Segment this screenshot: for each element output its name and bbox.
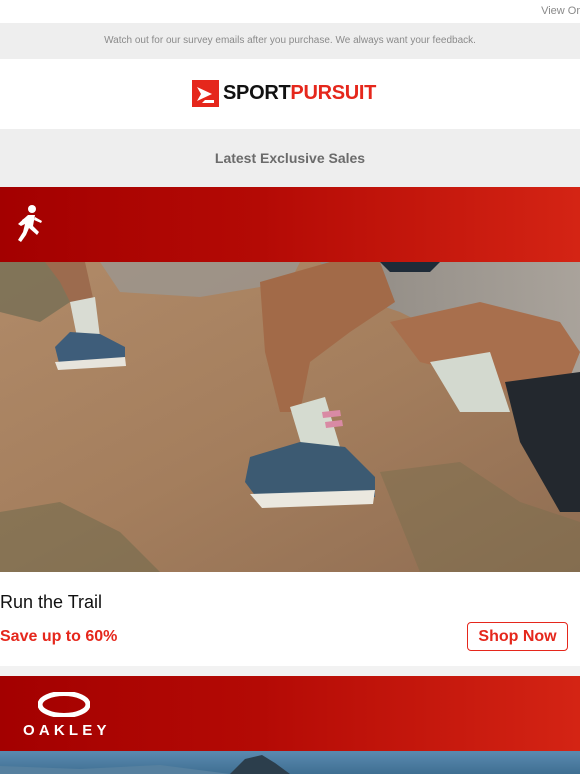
view-online-link[interactable]: View Or [541,5,580,17]
survey-notice: Watch out for our survey emails after yo… [0,23,580,59]
sportpursuit-logo[interactable]: SPORTPURSUIT [192,80,376,107]
section-heading: Latest Exclusive Sales [0,129,580,187]
logo-bar: SPORTPURSUIT [0,59,580,129]
top-bar: View Or [0,0,580,23]
trail-running-image[interactable] [0,262,580,572]
runner-icon [18,205,42,242]
oakley-logo [38,692,90,717]
logo-text: SPORTPURSUIT [223,80,376,107]
category-banner-running[interactable] [0,187,580,262]
sale-title[interactable]: Run the Trail [0,592,102,613]
logo-text-pursuit: PURSUIT [290,82,377,104]
sale-card: Run the Trail Save up to 60% Shop Now [0,572,580,666]
logo-mark-icon [192,80,219,107]
shop-now-button[interactable]: Shop Now [467,622,568,651]
oakley-sale-image[interactable] [0,751,580,774]
category-banner-oakley[interactable]: OAKLEY [0,676,580,751]
logo-text-sport: SPORT [223,82,291,104]
section-gap [0,666,580,676]
oakley-logo-text: OAKLEY [23,722,111,739]
sale-offer: Save up to 60% [0,628,118,645]
